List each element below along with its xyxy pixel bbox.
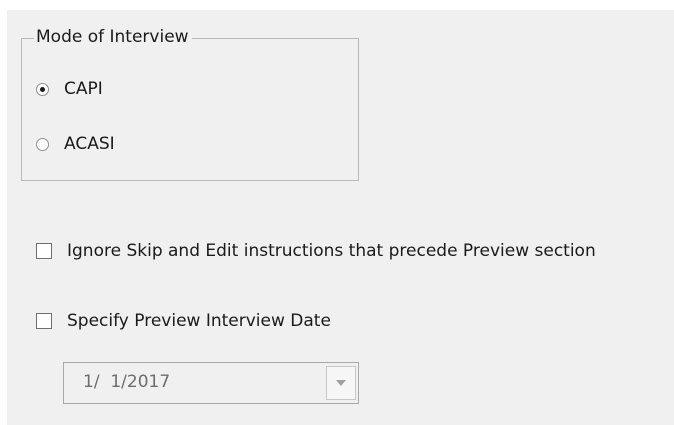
- capi-radio-label: CAPI: [64, 79, 103, 99]
- specify-date-checkbox-box[interactable]: [36, 313, 52, 329]
- capi-radio-indicator[interactable]: [36, 82, 49, 96]
- acasi-radio-indicator[interactable]: [36, 137, 49, 151]
- ignore-skip-checkbox[interactable]: Ignore Skip and Edit instructions that p…: [36, 241, 596, 261]
- capi-radio[interactable]: CAPI: [36, 79, 103, 99]
- preview-date-picker[interactable]: 1/ 1/2017: [63, 362, 359, 404]
- specify-date-checkbox[interactable]: Specify Preview Interview Date: [36, 311, 331, 331]
- acasi-radio-label: ACASI: [64, 134, 115, 154]
- acasi-radio[interactable]: ACASI: [36, 134, 115, 154]
- ignore-skip-checkbox-box[interactable]: [36, 243, 52, 259]
- chevron-down-icon: [336, 380, 346, 386]
- mode-of-interview-title: Mode of Interview: [34, 26, 192, 48]
- preview-date-value: 1/ 1/2017: [83, 372, 171, 392]
- ignore-skip-checkbox-label: Ignore Skip and Edit instructions that p…: [67, 241, 596, 261]
- mode-of-interview-group: [21, 38, 359, 181]
- specify-date-checkbox-label: Specify Preview Interview Date: [67, 311, 331, 331]
- date-dropdown-button[interactable]: [326, 366, 356, 400]
